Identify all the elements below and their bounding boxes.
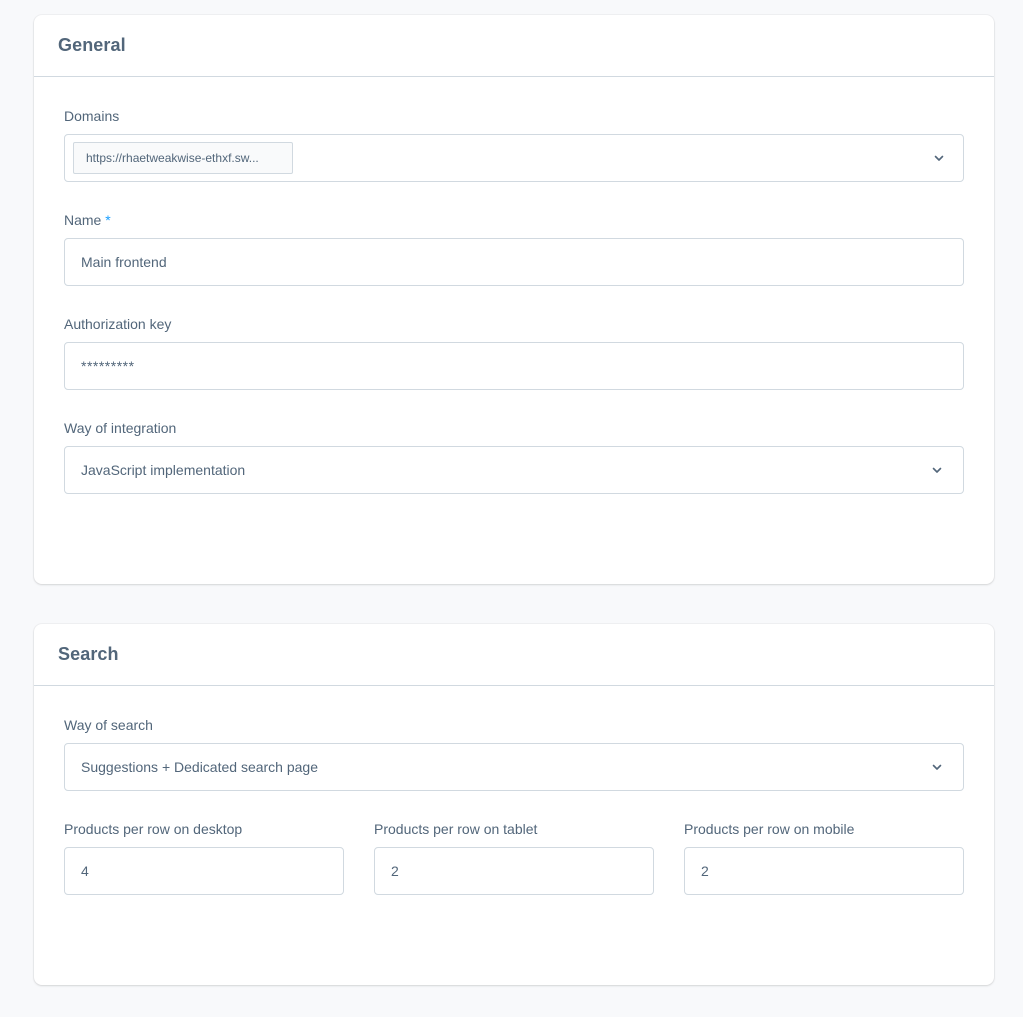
products-mobile-value: 2 (701, 863, 709, 879)
products-mobile-input[interactable]: 2 (684, 847, 964, 895)
name-field: Name * Main frontend (64, 210, 964, 286)
products-desktop-field: Products per row on desktop 4 (64, 819, 344, 895)
search-card: Search Way of search Suggestions + Dedic… (34, 624, 994, 985)
chevron-down-icon[interactable] (931, 761, 943, 773)
products-tablet-value: 2 (391, 863, 399, 879)
domains-field: Domains https://rhaetweakwise-ethxf.sw..… (64, 106, 964, 182)
name-label: Name * (64, 210, 964, 230)
way-of-search-field: Way of search Suggestions + Dedicated se… (64, 715, 964, 791)
way-of-integration-value: JavaScript implementation (81, 462, 246, 478)
way-of-search-select[interactable]: Suggestions + Dedicated search page (64, 743, 964, 791)
domains-select[interactable]: https://rhaetweakwise-ethxf.sw... (64, 134, 964, 182)
chevron-down-icon[interactable] (931, 464, 943, 476)
general-card-header: General (34, 15, 994, 77)
required-marker: * (105, 212, 111, 228)
products-mobile-label: Products per row on mobile (684, 821, 855, 837)
way-of-integration-label: Way of integration (64, 420, 177, 436)
domains-label: Domains (64, 108, 120, 124)
authorization-key-value: ********* (81, 358, 135, 374)
products-tablet-input[interactable]: 2 (374, 847, 654, 895)
search-card-title: Search (58, 644, 119, 664)
general-card-title: General (58, 35, 126, 55)
authorization-key-input[interactable]: ********* (64, 342, 964, 390)
authorization-key-field: Authorization key ********* (64, 314, 964, 390)
way-of-integration-field: Way of integration JavaScript implementa… (64, 418, 964, 494)
products-desktop-value: 4 (81, 863, 89, 879)
way-of-integration-select[interactable]: JavaScript implementation (64, 446, 964, 494)
chevron-down-icon[interactable] (933, 152, 945, 164)
search-card-header: Search (34, 624, 994, 686)
domain-tag[interactable]: https://rhaetweakwise-ethxf.sw... (73, 142, 293, 174)
products-desktop-label: Products per row on desktop (64, 821, 243, 837)
domain-tag-label: https://rhaetweakwise-ethxf.sw... (86, 151, 259, 165)
products-mobile-field: Products per row on mobile 2 (684, 819, 964, 895)
products-desktop-input[interactable]: 4 (64, 847, 344, 895)
way-of-search-value: Suggestions + Dedicated search page (81, 759, 318, 775)
name-input[interactable]: Main frontend (64, 238, 964, 286)
way-of-search-label: Way of search (64, 717, 153, 733)
products-tablet-field: Products per row on tablet 2 (374, 819, 654, 895)
name-label-text: Name (64, 212, 102, 228)
products-tablet-label: Products per row on tablet (374, 821, 538, 837)
general-card: General Domains https://rhaetweakwise-et… (34, 15, 994, 584)
name-input-value: Main frontend (81, 254, 167, 270)
authorization-key-label: Authorization key (64, 316, 172, 332)
